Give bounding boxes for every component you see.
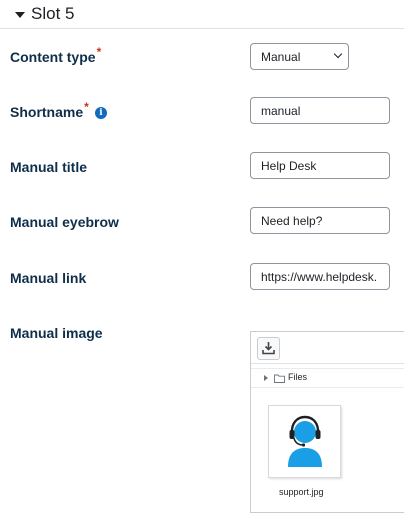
file-name[interactable]: support.jpg	[279, 487, 324, 497]
caret-down-icon[interactable]	[15, 12, 25, 18]
files-folder-label[interactable]: Files	[288, 372, 307, 382]
chevron-down-icon	[333, 49, 343, 59]
manual-title-label: Manual title	[10, 159, 88, 175]
file-path-bar: Files	[251, 368, 404, 388]
content-type-label-text: Content type	[10, 49, 96, 65]
content-type-label: Content type*	[10, 45, 101, 65]
folder-icon	[274, 374, 285, 383]
manual-eyebrow-label: Manual eyebrow	[10, 214, 119, 230]
download-icon	[262, 342, 275, 355]
shortname-input[interactable]: manual	[250, 97, 390, 124]
info-icon[interactable]: i	[95, 107, 107, 119]
file-thumbnail[interactable]	[268, 405, 341, 478]
required-marker: *	[96, 45, 102, 59]
shortname-label: Shortname*	[10, 100, 89, 120]
manual-title-input[interactable]: Help Desk	[250, 152, 390, 179]
content-type-selected: Manual	[261, 50, 301, 64]
shortname-label-text: Shortname	[10, 104, 84, 120]
manual-link-label: Manual link	[10, 270, 87, 286]
section-title: Slot 5	[31, 4, 75, 23]
content-type-select[interactable]: Manual	[250, 43, 349, 70]
download-button[interactable]	[257, 337, 280, 360]
support-agent-icon	[288, 415, 322, 467]
required-marker: *	[84, 100, 89, 114]
manual-eyebrow-input[interactable]: Need help?	[250, 207, 390, 234]
file-manager: Files support.jpg	[250, 331, 404, 513]
file-manager-toolbar	[251, 332, 404, 364]
section-header[interactable]: Slot 5	[0, 0, 404, 30]
manual-link-input[interactable]: https://www.helpdesk.	[250, 263, 390, 290]
caret-right-icon[interactable]	[264, 375, 268, 381]
section-divider	[0, 28, 404, 29]
manual-image-label: Manual image	[10, 325, 103, 341]
